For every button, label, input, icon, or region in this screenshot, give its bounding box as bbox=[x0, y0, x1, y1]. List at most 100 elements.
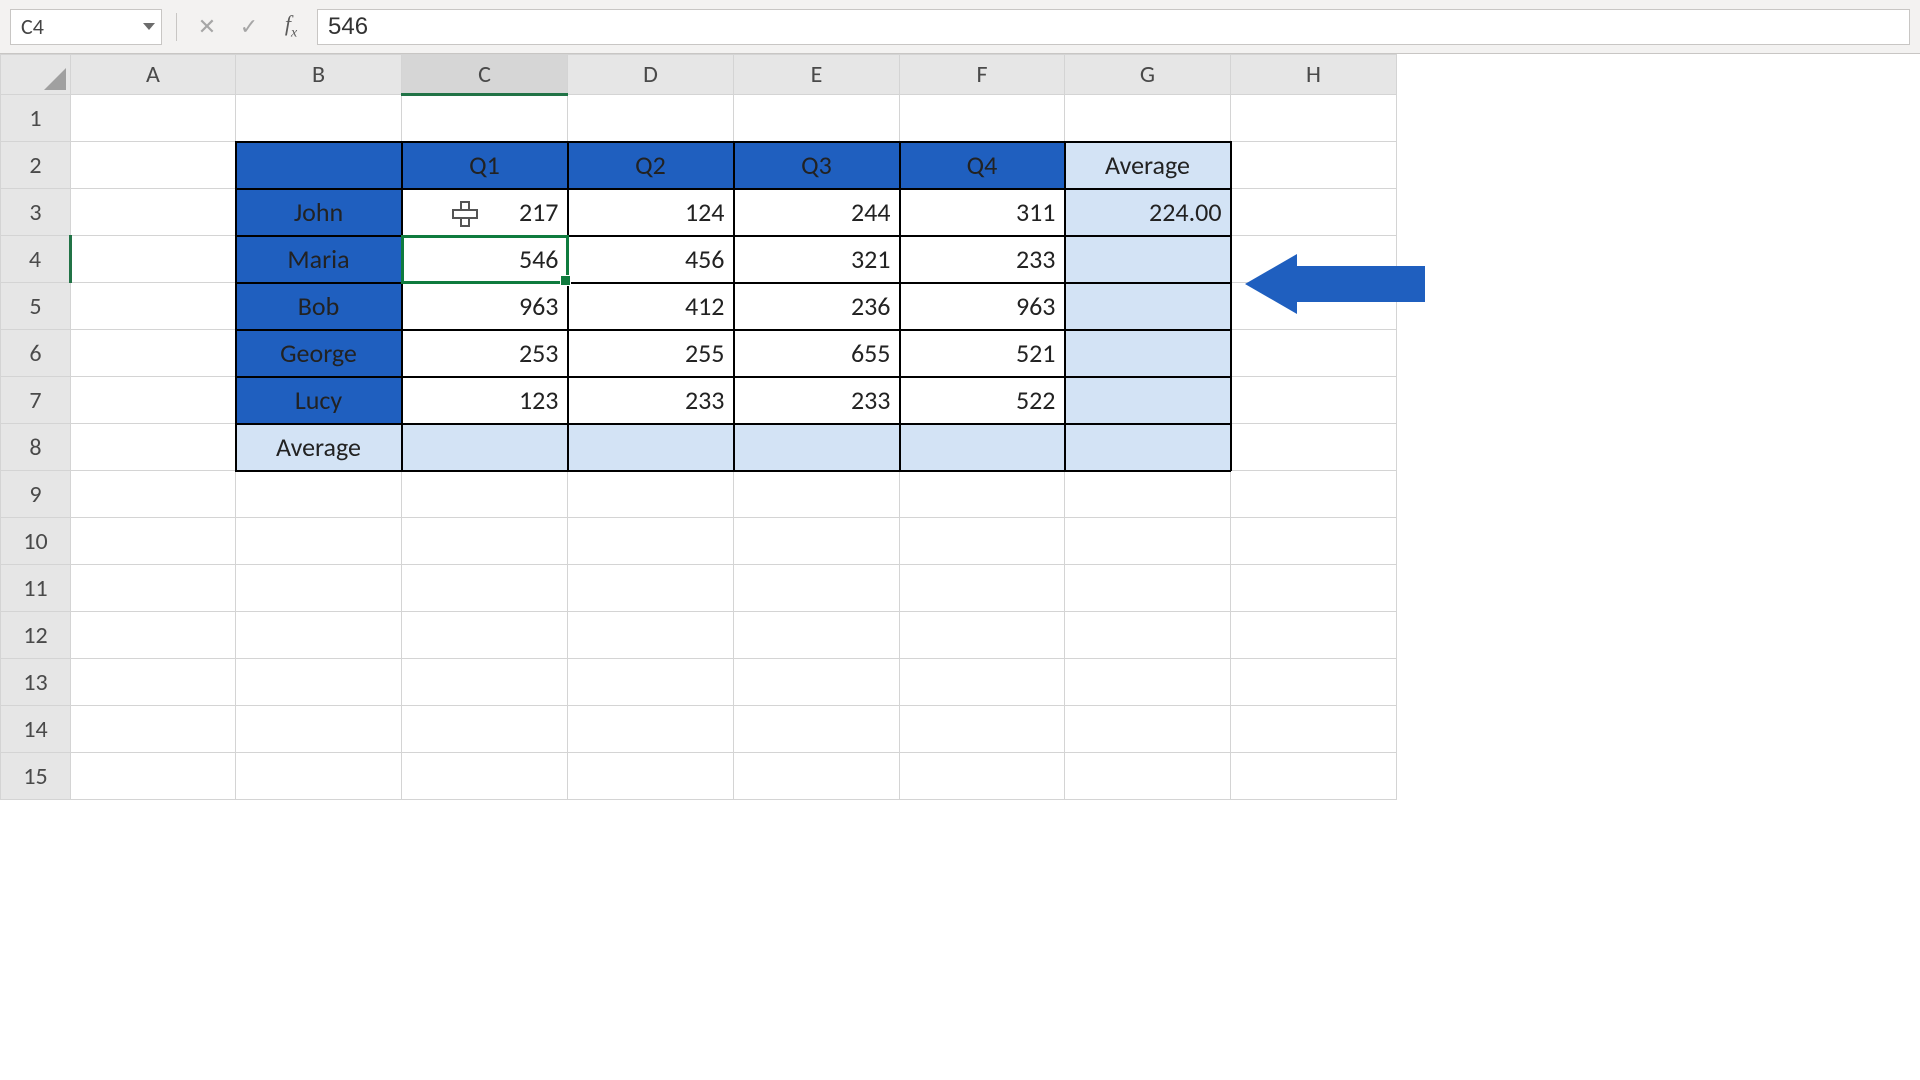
cell-E5[interactable]: 236 bbox=[734, 283, 900, 330]
row-header-13[interactable]: 13 bbox=[1, 659, 71, 706]
cell-E14[interactable] bbox=[734, 706, 900, 753]
cell-A14[interactable] bbox=[71, 706, 236, 753]
cell-C3[interactable]: 217 bbox=[402, 189, 568, 236]
cell-E6[interactable]: 655 bbox=[734, 330, 900, 377]
cell-H7[interactable] bbox=[1231, 377, 1397, 424]
cell-H10[interactable] bbox=[1231, 518, 1397, 565]
cell-C13[interactable] bbox=[402, 659, 568, 706]
cell-B13[interactable] bbox=[236, 659, 402, 706]
cell-A4[interactable] bbox=[71, 236, 236, 283]
cell-H1[interactable] bbox=[1231, 95, 1397, 142]
cell-D15[interactable] bbox=[568, 753, 734, 800]
cell-A1[interactable] bbox=[71, 95, 236, 142]
select-all-corner[interactable] bbox=[1, 55, 71, 95]
cell-C15[interactable] bbox=[402, 753, 568, 800]
cell-D13[interactable] bbox=[568, 659, 734, 706]
cell-H15[interactable] bbox=[1231, 753, 1397, 800]
col-header-H[interactable]: H bbox=[1231, 55, 1397, 95]
cell-H8[interactable] bbox=[1231, 424, 1397, 471]
cell-G13[interactable] bbox=[1065, 659, 1231, 706]
cell-E7[interactable]: 233 bbox=[734, 377, 900, 424]
cell-A12[interactable] bbox=[71, 612, 236, 659]
cell-C5[interactable]: 963 bbox=[402, 283, 568, 330]
cell-A7[interactable] bbox=[71, 377, 236, 424]
cell-F3[interactable]: 311 bbox=[900, 189, 1065, 236]
col-header-E[interactable]: E bbox=[734, 55, 900, 95]
row-header-12[interactable]: 12 bbox=[1, 612, 71, 659]
cell-H9[interactable] bbox=[1231, 471, 1397, 518]
cell-D10[interactable] bbox=[568, 518, 734, 565]
cell-E1[interactable] bbox=[734, 95, 900, 142]
cell-B10[interactable] bbox=[236, 518, 402, 565]
cell-D3[interactable]: 124 bbox=[568, 189, 734, 236]
row-header-9[interactable]: 9 bbox=[1, 471, 71, 518]
cell-C6[interactable]: 253 bbox=[402, 330, 568, 377]
spreadsheet-grid[interactable]: A B C D E F G H 1 2 Q1 Q2 bbox=[0, 54, 1397, 800]
row-header-2[interactable]: 2 bbox=[1, 142, 71, 189]
cell-A9[interactable] bbox=[71, 471, 236, 518]
col-header-B[interactable]: B bbox=[236, 55, 402, 95]
cell-F2[interactable]: Q4 bbox=[900, 142, 1065, 189]
cell-F13[interactable] bbox=[900, 659, 1065, 706]
cell-A10[interactable] bbox=[71, 518, 236, 565]
cell-H6[interactable] bbox=[1231, 330, 1397, 377]
cell-G10[interactable] bbox=[1065, 518, 1231, 565]
cell-C9[interactable] bbox=[402, 471, 568, 518]
cell-B1[interactable] bbox=[236, 95, 402, 142]
cell-F4[interactable]: 233 bbox=[900, 236, 1065, 283]
cell-B6[interactable]: George bbox=[236, 330, 402, 377]
name-box[interactable]: C4 bbox=[10, 9, 162, 45]
cell-B12[interactable] bbox=[236, 612, 402, 659]
cell-C14[interactable] bbox=[402, 706, 568, 753]
cell-B3[interactable]: John bbox=[236, 189, 402, 236]
cell-F8[interactable] bbox=[900, 424, 1065, 471]
cell-F1[interactable] bbox=[900, 95, 1065, 142]
cell-H2[interactable] bbox=[1231, 142, 1397, 189]
cell-H12[interactable] bbox=[1231, 612, 1397, 659]
cell-E4[interactable]: 321 bbox=[734, 236, 900, 283]
cell-D6[interactable]: 255 bbox=[568, 330, 734, 377]
cell-F10[interactable] bbox=[900, 518, 1065, 565]
cell-G2[interactable]: Average bbox=[1065, 142, 1231, 189]
cell-F14[interactable] bbox=[900, 706, 1065, 753]
cell-E12[interactable] bbox=[734, 612, 900, 659]
cell-G15[interactable] bbox=[1065, 753, 1231, 800]
row-header-15[interactable]: 15 bbox=[1, 753, 71, 800]
cell-D5[interactable]: 412 bbox=[568, 283, 734, 330]
col-header-F[interactable]: F bbox=[900, 55, 1065, 95]
cell-D8[interactable] bbox=[568, 424, 734, 471]
row-header-6[interactable]: 6 bbox=[1, 330, 71, 377]
cell-F9[interactable] bbox=[900, 471, 1065, 518]
cell-B2[interactable] bbox=[236, 142, 402, 189]
cell-A6[interactable] bbox=[71, 330, 236, 377]
row-header-10[interactable]: 10 bbox=[1, 518, 71, 565]
cell-F11[interactable] bbox=[900, 565, 1065, 612]
cell-B9[interactable] bbox=[236, 471, 402, 518]
cell-B14[interactable] bbox=[236, 706, 402, 753]
cell-C7[interactable]: 123 bbox=[402, 377, 568, 424]
cell-C10[interactable] bbox=[402, 518, 568, 565]
cell-B8[interactable]: Average bbox=[236, 424, 402, 471]
cell-F7[interactable]: 522 bbox=[900, 377, 1065, 424]
row-header-8[interactable]: 8 bbox=[1, 424, 71, 471]
cell-G8[interactable] bbox=[1065, 424, 1231, 471]
cell-D1[interactable] bbox=[568, 95, 734, 142]
col-header-A[interactable]: A bbox=[71, 55, 236, 95]
cell-G3[interactable]: 224.00 bbox=[1065, 189, 1231, 236]
cell-H11[interactable] bbox=[1231, 565, 1397, 612]
cell-A3[interactable] bbox=[71, 189, 236, 236]
cell-G12[interactable] bbox=[1065, 612, 1231, 659]
row-header-14[interactable]: 14 bbox=[1, 706, 71, 753]
cell-E13[interactable] bbox=[734, 659, 900, 706]
cell-C2[interactable]: Q1 bbox=[402, 142, 568, 189]
cell-E8[interactable] bbox=[734, 424, 900, 471]
cell-B7[interactable]: Lucy bbox=[236, 377, 402, 424]
row-header-4[interactable]: 4 bbox=[1, 236, 71, 283]
cell-G9[interactable] bbox=[1065, 471, 1231, 518]
cell-C4[interactable]: 546 bbox=[402, 236, 568, 283]
cell-G7[interactable] bbox=[1065, 377, 1231, 424]
cell-D2[interactable]: Q2 bbox=[568, 142, 734, 189]
cell-A11[interactable] bbox=[71, 565, 236, 612]
cell-H3[interactable] bbox=[1231, 189, 1397, 236]
cell-E11[interactable] bbox=[734, 565, 900, 612]
